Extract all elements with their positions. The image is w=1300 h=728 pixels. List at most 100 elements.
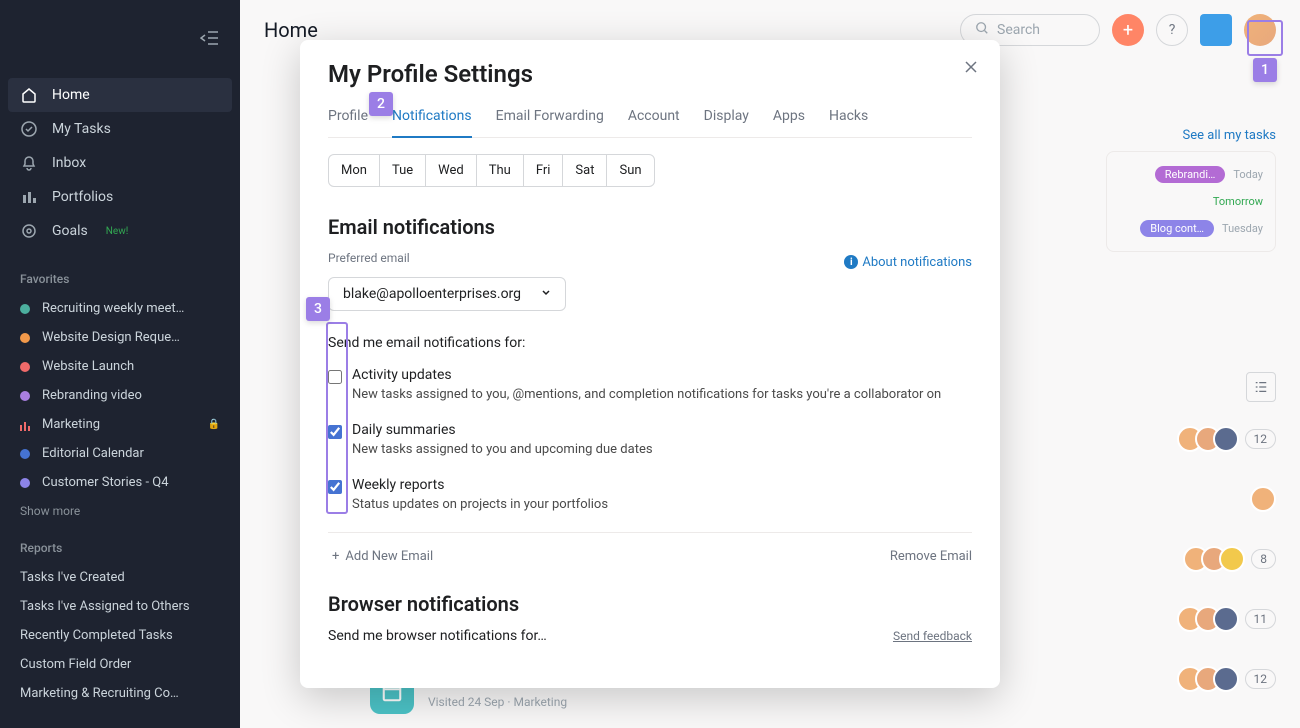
task-time: Tuesday	[1222, 222, 1263, 235]
avatar	[1213, 606, 1239, 632]
home-icon	[20, 86, 38, 104]
view-toggle-button[interactable]	[1246, 372, 1276, 402]
remove-email-button[interactable]: Remove Email	[890, 549, 972, 564]
sidebar-favorite-item[interactable]: Recruiting weekly meet…	[0, 294, 240, 323]
modal-tab-profile[interactable]: Profile	[328, 100, 368, 137]
avatar	[1250, 486, 1276, 512]
member-avatars[interactable]: 12	[1185, 666, 1277, 692]
avatar-count: 11	[1245, 609, 1277, 629]
new-badge: New!	[106, 226, 129, 237]
modal-tab-apps[interactable]: Apps	[773, 100, 805, 137]
day-tue[interactable]: Tue	[380, 155, 426, 186]
help-button[interactable]: ?	[1156, 14, 1188, 46]
sidebar-favorite-item[interactable]: Editorial Calendar	[0, 439, 240, 468]
see-all-tasks-link[interactable]: See all my tasks	[1106, 120, 1276, 151]
bars-icon	[20, 188, 38, 206]
task-item[interactable]: Blog cont…Tuesday	[1119, 214, 1263, 243]
about-notifications-link[interactable]: i About notifications	[844, 255, 972, 270]
option-desc: Status updates on projects in your portf…	[352, 497, 972, 512]
app-switcher[interactable]	[1200, 14, 1232, 46]
sidebar-report-item[interactable]: Recently Completed Tasks	[0, 621, 240, 650]
favorite-label: Editorial Calendar	[42, 446, 144, 461]
favorite-label: Recruiting weekly meet…	[42, 301, 184, 316]
notification-checkbox[interactable]	[328, 370, 342, 384]
avatar-count: 12	[1245, 429, 1277, 449]
sidebar-report-item[interactable]: Tasks I've Assigned to Others	[0, 592, 240, 621]
favorite-label: Website Launch	[42, 359, 134, 374]
sidebar-favorite-item[interactable]: Rebranding video	[0, 381, 240, 410]
nav-goals[interactable]: Goals New!	[0, 214, 240, 248]
callout-1: 1	[1253, 58, 1277, 82]
modal-title: My Profile Settings	[328, 60, 972, 88]
nav-portfolios[interactable]: Portfolios	[0, 180, 240, 214]
avatar	[1213, 426, 1239, 452]
modal-tab-account[interactable]: Account	[628, 100, 680, 137]
info-icon: i	[844, 255, 858, 269]
member-avatars[interactable]: 11	[1185, 606, 1277, 632]
sidebar-report-item[interactable]: Tasks I've Created	[0, 563, 240, 592]
sidebar-favorite-item[interactable]: Customer Stories - Q4	[0, 468, 240, 497]
day-sun[interactable]: Sun	[607, 155, 653, 186]
day-wed[interactable]: Wed	[426, 155, 477, 186]
sidebar-favorite-item[interactable]: Website Design Reque…	[0, 323, 240, 352]
color-dot-icon	[20, 362, 30, 372]
reports-header: Reports	[0, 525, 240, 563]
modal-tab-email-forwarding[interactable]: Email Forwarding	[496, 100, 604, 137]
user-avatar[interactable]	[1244, 14, 1276, 46]
preferred-email-label: Preferred email	[328, 251, 410, 265]
favorite-label: Rebranding video	[42, 388, 142, 403]
browser-notifications-title: Browser notifications	[328, 592, 972, 616]
send-feedback-link[interactable]: Send feedback	[893, 629, 972, 643]
plus-icon: +	[332, 549, 339, 564]
nav-inbox[interactable]: Inbox	[0, 146, 240, 180]
modal-tab-display[interactable]: Display	[704, 100, 749, 137]
notification-checkbox[interactable]	[328, 480, 342, 494]
sidebar-toggle-icon[interactable]	[200, 30, 220, 50]
day-thu[interactable]: Thu	[477, 155, 524, 186]
sidebar-favorite-item[interactable]: Website Launch	[0, 352, 240, 381]
favorite-label: Marketing	[42, 417, 100, 432]
member-avatars[interactable]: 12	[1185, 426, 1277, 452]
weekday-selector[interactable]: MonTueWedThuFriSatSun	[328, 154, 655, 187]
avatar	[1213, 666, 1239, 692]
task-item[interactable]: Tomorrow	[1119, 189, 1263, 214]
check-circle-icon	[20, 120, 38, 138]
sidebar-report-item[interactable]: Custom Field Order	[0, 650, 240, 679]
day-mon[interactable]: Mon	[329, 155, 380, 186]
favorite-label: Website Design Reque…	[42, 330, 180, 345]
nav-home[interactable]: Home	[8, 78, 232, 112]
day-sat[interactable]: Sat	[563, 155, 607, 186]
nav-label: My Tasks	[52, 121, 111, 137]
favorite-label: Customer Stories - Q4	[42, 475, 169, 490]
add-email-button[interactable]: + Add New Email	[328, 549, 433, 564]
option-desc: New tasks assigned to you and upcoming d…	[352, 442, 972, 457]
sidebar-favorite-item[interactable]: Marketing🔒	[0, 410, 240, 439]
show-more-link[interactable]: Show more	[0, 497, 240, 525]
add-button[interactable]: +	[1112, 14, 1144, 46]
task-time: Tomorrow	[1213, 195, 1263, 208]
modal-tab-hacks[interactable]: Hacks	[829, 100, 868, 137]
option-title: Weekly reports	[352, 477, 972, 493]
target-icon	[20, 222, 38, 240]
task-pill: Rebrandi…	[1155, 166, 1226, 183]
nav-my-tasks[interactable]: My Tasks	[0, 112, 240, 146]
member-avatars[interactable]	[1258, 486, 1276, 512]
avatar-count: 12	[1245, 669, 1277, 689]
email-value: blake@apolloenterprises.org	[343, 286, 521, 302]
nav-label: Inbox	[52, 155, 86, 171]
option-title: Daily summaries	[352, 422, 972, 438]
modal-tab-notifications[interactable]: Notifications	[392, 100, 472, 138]
color-dot-icon	[20, 391, 30, 401]
modal-close-button[interactable]	[964, 58, 978, 79]
email-notifications-title: Email notifications	[328, 215, 972, 239]
task-item[interactable]: Rebrandi…Today	[1119, 160, 1263, 189]
sidebar-report-item[interactable]: Marketing & Recruiting Co…	[0, 679, 240, 708]
nav-label: Portfolios	[52, 189, 113, 205]
member-avatars[interactable]: 8	[1191, 546, 1276, 572]
notification-checkbox[interactable]	[328, 425, 342, 439]
option-desc: New tasks assigned to you, @mentions, an…	[352, 387, 972, 402]
email-dropdown[interactable]: blake@apolloenterprises.org	[328, 277, 566, 311]
favorites-header: Favorites	[0, 256, 240, 294]
nav-label: Goals	[52, 223, 88, 239]
day-fri[interactable]: Fri	[524, 155, 564, 186]
